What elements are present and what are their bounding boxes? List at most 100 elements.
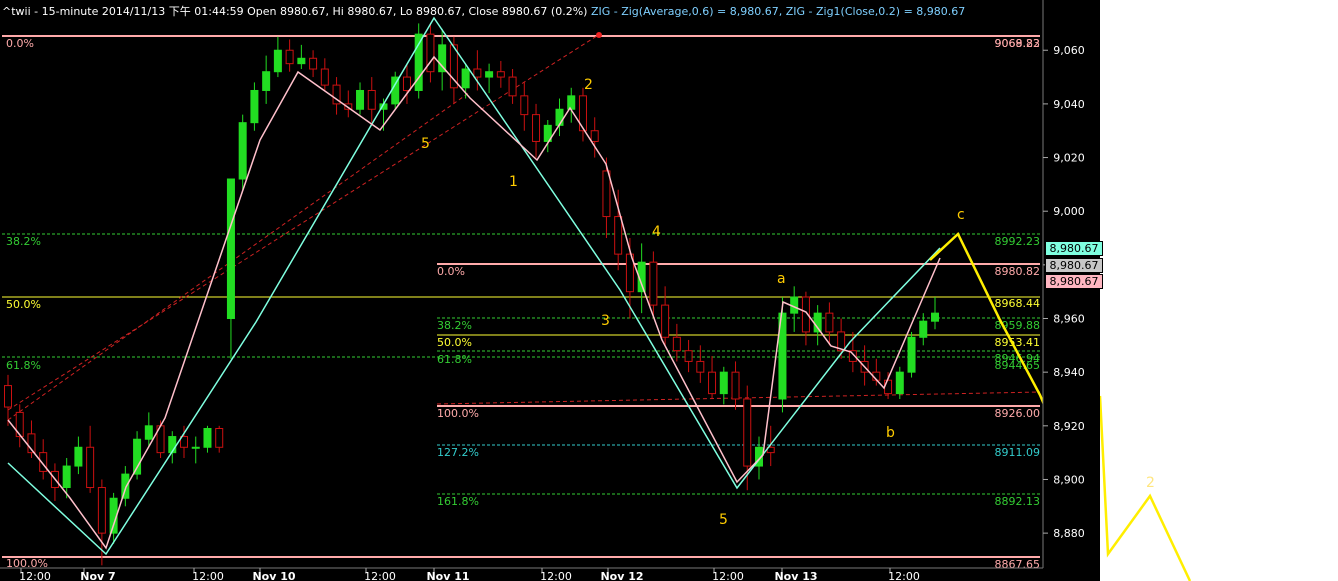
fib-left-pct-382: 38.2% xyxy=(6,235,41,248)
fib-right-value-100: 8926.00 xyxy=(995,407,1041,420)
plot-area xyxy=(0,0,1043,568)
y-tick-label: 8,880 xyxy=(1053,527,1085,540)
candle-body xyxy=(508,76,517,97)
fib-left-value-100: 8867.65 xyxy=(995,558,1041,571)
candle-body xyxy=(250,89,259,124)
fib-left-value-0: 9069.23 xyxy=(995,37,1041,50)
fib-left-value-382: 8992.23 xyxy=(995,235,1041,248)
candle-body xyxy=(473,68,482,78)
price-chart[interactable]: 0.0% 38.2% 50.0% 61.8% 100.0% 0.0% 38.2%… xyxy=(0,0,1100,581)
x-tick-label: Nov 12 xyxy=(600,570,643,581)
y-tick-label: 9,020 xyxy=(1053,152,1085,165)
candle-body xyxy=(203,428,212,448)
candle-body xyxy=(402,76,411,91)
candle-body xyxy=(285,49,294,65)
candle-body xyxy=(74,446,83,467)
fib-right-pct-618: 61.8% xyxy=(437,353,472,366)
candle-body xyxy=(367,89,376,110)
wave-label-5: 5 xyxy=(421,136,430,152)
chart-window[interactable]: 0.0% 38.2% 50.0% 61.8% 100.0% 0.0% 38.2%… xyxy=(0,0,1103,581)
candle-body xyxy=(719,371,728,395)
candle-body xyxy=(356,89,365,110)
chart-title: ^twii - 15-minute 2014/11/13 下午 01:44:59… xyxy=(2,5,588,18)
wave-label-4: 4 xyxy=(652,224,661,240)
fib-right-pct-1272: 127.2% xyxy=(437,446,479,459)
fib-right-pct-100: 100.0% xyxy=(437,407,479,420)
wave-label-3: 3 xyxy=(601,313,610,329)
candle-body xyxy=(907,336,916,373)
candle-body xyxy=(461,68,470,89)
candle-body xyxy=(86,446,95,489)
chart-title-bar: ^twii - 15-minute 2014/11/13 下午 01:44:59… xyxy=(2,3,965,19)
candle-body xyxy=(614,216,623,255)
candle-body xyxy=(919,320,928,338)
candle-body xyxy=(144,425,153,440)
candle-body xyxy=(696,360,705,373)
fib-right-value-50: 8953.41 xyxy=(995,336,1041,349)
candle-body xyxy=(273,49,282,73)
candle-body xyxy=(226,178,235,320)
projection-path-overflow xyxy=(1100,395,1192,581)
wave-label-a: a xyxy=(777,271,786,287)
candle-body xyxy=(262,71,271,91)
fib-right-value-1618: 8892.13 xyxy=(995,495,1041,508)
candle-body xyxy=(708,371,717,395)
candle-body xyxy=(191,446,200,449)
y-tick-label: 8,940 xyxy=(1053,366,1085,379)
candle-body xyxy=(895,371,904,395)
candle-body xyxy=(532,114,541,142)
x-tick-label: 12:00 xyxy=(192,570,224,581)
candle-body xyxy=(215,428,224,448)
wave-label-1: 1 xyxy=(509,174,518,190)
fib-right-pct-0: 0.0% xyxy=(437,265,465,278)
x-tick-label: 12:00 xyxy=(364,570,396,581)
x-tick-label: Nov 11 xyxy=(426,570,469,581)
candle-body xyxy=(590,130,599,142)
wave-label-2: 2 xyxy=(584,77,593,93)
candle-body xyxy=(661,304,670,338)
x-tick-label: 12:00 xyxy=(888,570,920,581)
candle-body xyxy=(520,95,529,116)
y-tick-label: 8,900 xyxy=(1053,473,1085,486)
x-tick-label: 12:00 xyxy=(540,570,572,581)
x-axis-ticks: 12:00 Nov 7 12:00 Nov 10 12:00 Nov 11 12:00 Nov… xyxy=(19,568,920,581)
y-tick-label: 9,000 xyxy=(1053,205,1085,218)
candle-body xyxy=(672,336,681,352)
candle-body xyxy=(438,44,447,73)
fib-left-pct-618: 61.8% xyxy=(6,359,41,372)
candle-body xyxy=(555,108,564,126)
x-tick-label: Nov 7 xyxy=(80,570,115,581)
y-tick-label: 9,060 xyxy=(1053,44,1085,57)
fib-left-pct-50: 50.0% xyxy=(6,298,41,311)
candle-body xyxy=(485,71,494,78)
x-tick-label: 12:00 xyxy=(19,570,51,581)
last-price-badge-zig: 8,980.67 xyxy=(1045,241,1103,256)
last-price-badge-close: 8,980.67 xyxy=(1045,258,1103,273)
wave-label-5b: 5 xyxy=(719,512,728,528)
candle-body xyxy=(567,95,576,110)
channel-anchor xyxy=(596,32,602,38)
candle-body xyxy=(825,312,834,333)
fib-left-value-50: 8968.44 xyxy=(995,297,1041,310)
candle-body xyxy=(602,170,611,218)
candle-body xyxy=(238,122,247,180)
y-tick-label: 8,960 xyxy=(1053,313,1085,326)
candle-body xyxy=(884,379,893,395)
x-tick-label: Nov 13 xyxy=(774,570,817,581)
fib-right-value-0: 8980.82 xyxy=(995,265,1041,278)
wave-label-b: b xyxy=(886,425,895,441)
candle-body xyxy=(496,71,505,78)
fib-right-pct-1618: 161.8% xyxy=(437,495,479,508)
candle-body xyxy=(731,371,740,400)
fib-right-pct-382: 38.2% xyxy=(437,319,472,332)
candle-body xyxy=(743,398,752,467)
candle-body xyxy=(320,68,329,86)
candle-body xyxy=(97,487,106,534)
candle-body xyxy=(297,57,306,65)
wave-label-c: c xyxy=(957,207,965,223)
projection-overflow: 1 2 xyxy=(1100,395,1192,581)
last-price-badge-zig1: 8,980.67 xyxy=(1045,274,1103,289)
candle-body xyxy=(4,385,12,408)
candle-body xyxy=(649,261,658,306)
x-tick-label: 12:00 xyxy=(712,570,744,581)
